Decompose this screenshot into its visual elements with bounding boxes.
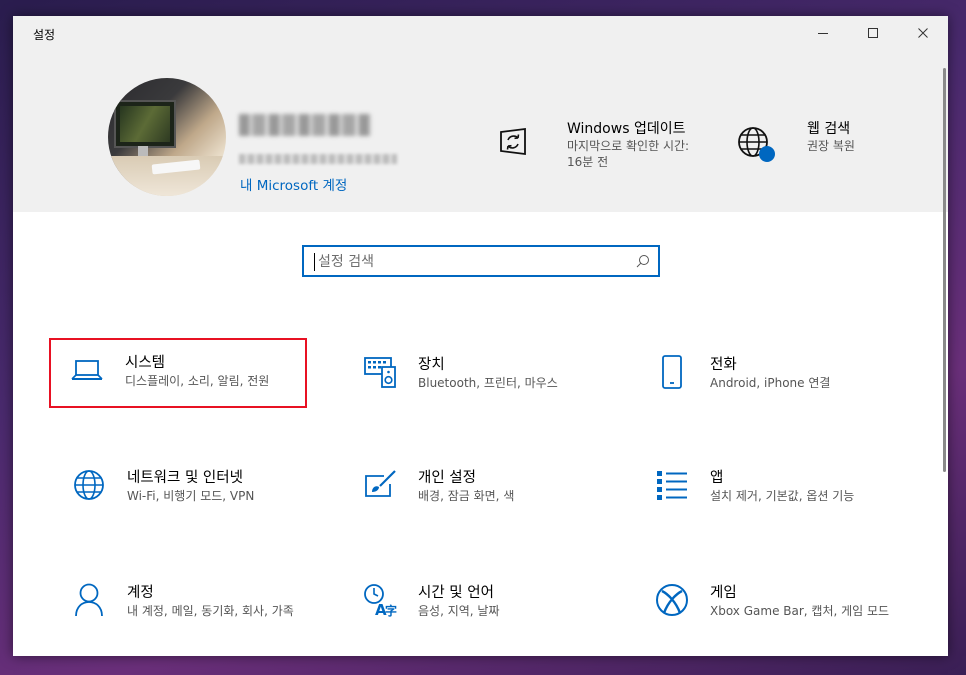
tile-apps[interactable]: 앱 설치 제거, 기본값, 옵션 기능	[634, 453, 892, 523]
phone-icon	[654, 354, 690, 390]
person-icon	[71, 582, 107, 618]
tile-title: 개인 설정	[418, 470, 476, 486]
close-icon	[918, 28, 928, 38]
tile-title: 전화	[710, 357, 737, 373]
tile-subtitle: 디스플레이, 소리, 알림, 전원	[125, 374, 270, 388]
tile-title: 시간 및 언어	[418, 585, 494, 601]
windows-update-subtitle: 마지막으로 확인한 시간: 16분 전	[567, 139, 690, 169]
tile-personalization[interactable]: 개인 설정 배경, 잠금 화면, 색	[342, 453, 600, 523]
personalization-icon	[362, 467, 398, 503]
tile-title: 장치	[418, 357, 445, 373]
minimize-button[interactable]	[800, 16, 846, 50]
scrollbar[interactable]	[943, 68, 946, 472]
web-search-title: 웹 검색	[807, 121, 851, 137]
tile-title: 앱	[710, 470, 724, 486]
globe-icon	[71, 467, 107, 503]
settings-search-input[interactable]	[316, 247, 630, 277]
time-language-icon: A 字	[362, 582, 398, 618]
account-header: 내 Microsoft 계정 Windows 업데이트 마지막으로 확인한 시간…	[13, 50, 948, 212]
avatar[interactable]	[108, 78, 226, 196]
tile-subtitle: 배경, 잠금 화면, 색	[418, 489, 515, 503]
windows-update-title: Windows 업데이트	[567, 121, 686, 137]
tile-subtitle: Wi-Fi, 비행기 모드, VPN	[127, 489, 255, 503]
blurred-user-email	[239, 154, 397, 164]
tile-devices[interactable]: 장치 Bluetooth, 프린터, 마우스	[342, 340, 600, 410]
tile-title: 네트워크 및 인터넷	[127, 470, 243, 486]
search-icon	[636, 255, 649, 268]
tile-system[interactable]: 시스템 디스플레이, 소리, 알림, 전원	[49, 338, 307, 408]
settings-search-box[interactable]	[302, 245, 660, 277]
maximize-icon	[868, 28, 878, 38]
tile-phone[interactable]: 전화 Android, iPhone 연결	[634, 340, 892, 410]
web-search-globe-icon	[738, 127, 775, 162]
windows-update-shortcut[interactable]: Windows 업데이트 마지막으로 확인한 시간: 16분 전	[495, 114, 705, 174]
web-search-shortcut[interactable]: 웹 검색 권장 복원	[735, 114, 885, 174]
laptop-icon	[69, 352, 105, 388]
keyboard-device-icon	[362, 354, 398, 390]
tile-title: 게임	[710, 585, 737, 601]
xbox-icon	[654, 582, 690, 618]
tile-title: 시스템	[125, 355, 166, 371]
title-bar[interactable]: 설정	[13, 16, 948, 50]
tile-accounts[interactable]: 계정 내 계정, 메일, 동기화, 회사, 가족	[51, 568, 309, 638]
tile-gaming[interactable]: 게임 Xbox Game Bar, 캡처, 게임 모드	[634, 568, 892, 638]
tile-title: 계정	[127, 585, 154, 601]
svg-text:字: 字	[385, 603, 397, 618]
web-search-subtitle: 권장 복원	[807, 139, 855, 153]
minimize-icon	[818, 33, 828, 34]
microsoft-account-link[interactable]: 내 Microsoft 계정	[240, 174, 347, 194]
window-title: 설정	[33, 28, 56, 42]
tile-subtitle: 내 계정, 메일, 동기화, 회사, 가족	[127, 604, 294, 618]
apps-list-icon	[654, 467, 690, 503]
tile-subtitle: 음성, 지역, 날짜	[418, 604, 500, 618]
maximize-button[interactable]	[850, 16, 896, 50]
tile-time-language[interactable]: A 字 시간 및 언어 음성, 지역, 날짜	[342, 568, 600, 638]
close-button[interactable]	[900, 16, 946, 50]
windows-update-icon	[500, 127, 526, 156]
settings-window: 설정 내 Microsoft 계정 Windows 업데이트 마지막으로 확인한…	[13, 16, 948, 656]
tile-subtitle: Android, iPhone 연결	[710, 376, 831, 390]
tile-subtitle: Bluetooth, 프린터, 마우스	[418, 376, 558, 390]
blurred-user-name	[239, 114, 371, 136]
tile-subtitle: 설치 제거, 기본값, 옵션 기능	[710, 489, 855, 503]
tile-subtitle: Xbox Game Bar, 캡처, 게임 모드	[710, 604, 890, 618]
tile-network[interactable]: 네트워크 및 인터넷 Wi-Fi, 비행기 모드, VPN	[51, 453, 309, 523]
